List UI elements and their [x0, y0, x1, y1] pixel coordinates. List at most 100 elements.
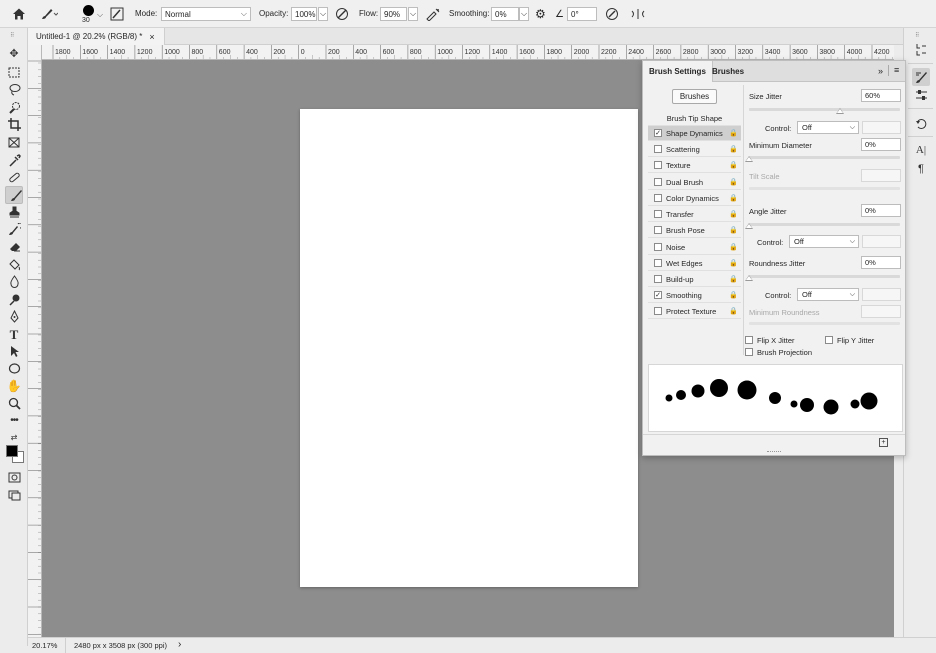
brush-settings-icon[interactable]: [912, 68, 930, 86]
brushes-button[interactable]: Brushes: [672, 89, 717, 104]
size-jitter-input[interactable]: 60%: [861, 89, 901, 102]
screen-mode-icon[interactable]: [6, 487, 22, 503]
list-item[interactable]: Color Dynamics 🔒: [648, 191, 741, 206]
flow-dropdown[interactable]: ⌵: [408, 7, 418, 21]
clone-source-icon[interactable]: [912, 114, 930, 132]
stamp-icon[interactable]: [6, 204, 22, 220]
airbrush-icon[interactable]: [425, 0, 441, 28]
checkbox[interactable]: [654, 275, 662, 283]
brush-projection-checkbox[interactable]: [745, 348, 753, 356]
roundness-jitter-input[interactable]: 0%: [861, 256, 901, 269]
min-diameter-handle[interactable]: [745, 156, 753, 162]
lock-icon[interactable]: 🔒: [729, 210, 738, 218]
tab-brush-settings[interactable]: Brush Settings: [643, 61, 713, 82]
eraser-icon[interactable]: [6, 238, 22, 254]
angle-jitter-input[interactable]: 0%: [861, 204, 901, 217]
lasso-icon[interactable]: [6, 81, 22, 97]
lock-icon[interactable]: 🔒: [729, 259, 738, 267]
checkbox[interactable]: [654, 178, 662, 186]
frame-icon[interactable]: [6, 134, 22, 150]
hand-icon[interactable]: ✋: [6, 378, 22, 394]
list-item[interactable]: Noise 🔒: [648, 240, 741, 255]
document-tab[interactable]: Untitled-1 @ 20.2% (RGB/8) * ×: [28, 28, 165, 45]
paint-bucket-icon[interactable]: [6, 256, 22, 272]
more-icon[interactable]: •••: [6, 413, 22, 429]
checkbox[interactable]: [654, 161, 662, 169]
brush-panel-toggle-icon[interactable]: [110, 0, 124, 28]
ruler-origin[interactable]: [28, 45, 42, 60]
tab-brushes[interactable]: Brushes: [706, 61, 750, 82]
crop-icon[interactable]: [6, 116, 22, 132]
dodge-icon[interactable]: [6, 291, 22, 307]
history-icon[interactable]: [912, 40, 930, 58]
adjustments-icon[interactable]: [912, 86, 930, 104]
quick-mask-icon[interactable]: [6, 469, 22, 485]
list-item[interactable]: Brush Pose 🔒: [648, 223, 741, 238]
roundness-jitter-handle[interactable]: [745, 275, 753, 281]
lock-icon[interactable]: 🔒: [729, 129, 738, 137]
path-select-icon[interactable]: [6, 343, 22, 359]
checkbox[interactable]: ✓: [654, 291, 662, 299]
character-icon[interactable]: A|: [912, 141, 930, 159]
checkbox[interactable]: [654, 226, 662, 234]
lock-icon[interactable]: 🔒: [729, 275, 738, 283]
list-item[interactable]: Wet Edges 🔒: [648, 256, 741, 271]
list-item[interactable]: Dual Brush 🔒: [648, 175, 741, 190]
eyedropper-icon[interactable]: [6, 152, 22, 168]
checkbox[interactable]: [654, 243, 662, 251]
list-item[interactable]: ✓ Smoothing 🔒: [648, 288, 741, 303]
checkbox[interactable]: [654, 145, 662, 153]
mode-dropdown[interactable]: Normal ⌵: [161, 7, 251, 21]
list-item[interactable]: ✓ Shape Dynamics 🔒: [648, 126, 741, 141]
lock-icon[interactable]: 🔒: [729, 243, 738, 251]
lock-icon[interactable]: 🔒: [729, 145, 738, 153]
vertical-ruler[interactable]: [28, 59, 42, 637]
lock-icon[interactable]: 🔒: [729, 161, 738, 169]
create-new-brush-icon[interactable]: +: [879, 438, 888, 447]
lock-icon[interactable]: 🔒: [729, 291, 738, 299]
list-item[interactable]: Transfer 🔒: [648, 207, 741, 222]
symmetry-icon[interactable]: [630, 0, 646, 28]
lock-icon[interactable]: 🔒: [729, 226, 738, 234]
type-icon[interactable]: T: [6, 326, 22, 342]
pressure-opacity-icon[interactable]: [335, 0, 349, 28]
list-item[interactable]: Texture 🔒: [648, 158, 741, 173]
collapse-panel-icon[interactable]: »: [878, 66, 883, 76]
zoom-icon[interactable]: [6, 395, 22, 411]
flip-y-checkbox[interactable]: [825, 336, 833, 344]
size-jitter-handle[interactable]: [835, 108, 844, 114]
flip-x-checkbox[interactable]: [745, 336, 753, 344]
chevron-down-icon[interactable]: ⌵: [97, 10, 103, 20]
list-item[interactable]: Scattering 🔒: [648, 142, 741, 157]
checkbox[interactable]: [654, 307, 662, 315]
pen-icon[interactable]: [6, 308, 22, 324]
brush-tool-icon[interactable]: [5, 186, 23, 204]
min-diameter-input[interactable]: 0%: [861, 138, 901, 151]
panel-menu-icon[interactable]: ≡: [894, 65, 899, 75]
history-brush-icon[interactable]: [6, 221, 22, 237]
opacity-dropdown[interactable]: ⌵: [318, 7, 328, 21]
smoothing-dropdown[interactable]: ⌵: [519, 7, 529, 21]
lock-icon[interactable]: 🔒: [729, 194, 738, 202]
angle-input[interactable]: 0°: [567, 7, 597, 21]
control-dropdown[interactable]: Off ⌵: [797, 121, 859, 134]
checkbox[interactable]: [654, 194, 662, 202]
checkbox[interactable]: [654, 210, 662, 218]
size-jitter-slider[interactable]: [749, 108, 900, 111]
horizontal-ruler[interactable]: 1800 1600 1400 1200 1000 800 600 400 200 0 200 400 6…: [42, 45, 894, 60]
lock-icon[interactable]: 🔒: [729, 307, 738, 315]
flow-input[interactable]: 90%: [380, 7, 407, 21]
healing-icon[interactable]: [6, 169, 22, 185]
control-dropdown[interactable]: Off ⌵: [789, 235, 859, 248]
list-item[interactable]: Build-up 🔒: [648, 272, 741, 287]
quick-select-icon[interactable]: [6, 99, 22, 115]
swap-colors-icon[interactable]: ⇄: [6, 430, 22, 446]
smoothing-input[interactable]: 0%: [491, 7, 519, 21]
checkbox[interactable]: ✓: [654, 129, 662, 137]
close-icon[interactable]: ×: [149, 32, 154, 42]
brush-size-picker[interactable]: 30: [80, 3, 98, 25]
paragraph-icon[interactable]: ¶: [912, 160, 930, 178]
roundness-jitter-slider[interactable]: [749, 275, 900, 278]
panel-resize-grip[interactable]: [767, 451, 781, 453]
list-item[interactable]: Protect Texture 🔒: [648, 304, 741, 319]
